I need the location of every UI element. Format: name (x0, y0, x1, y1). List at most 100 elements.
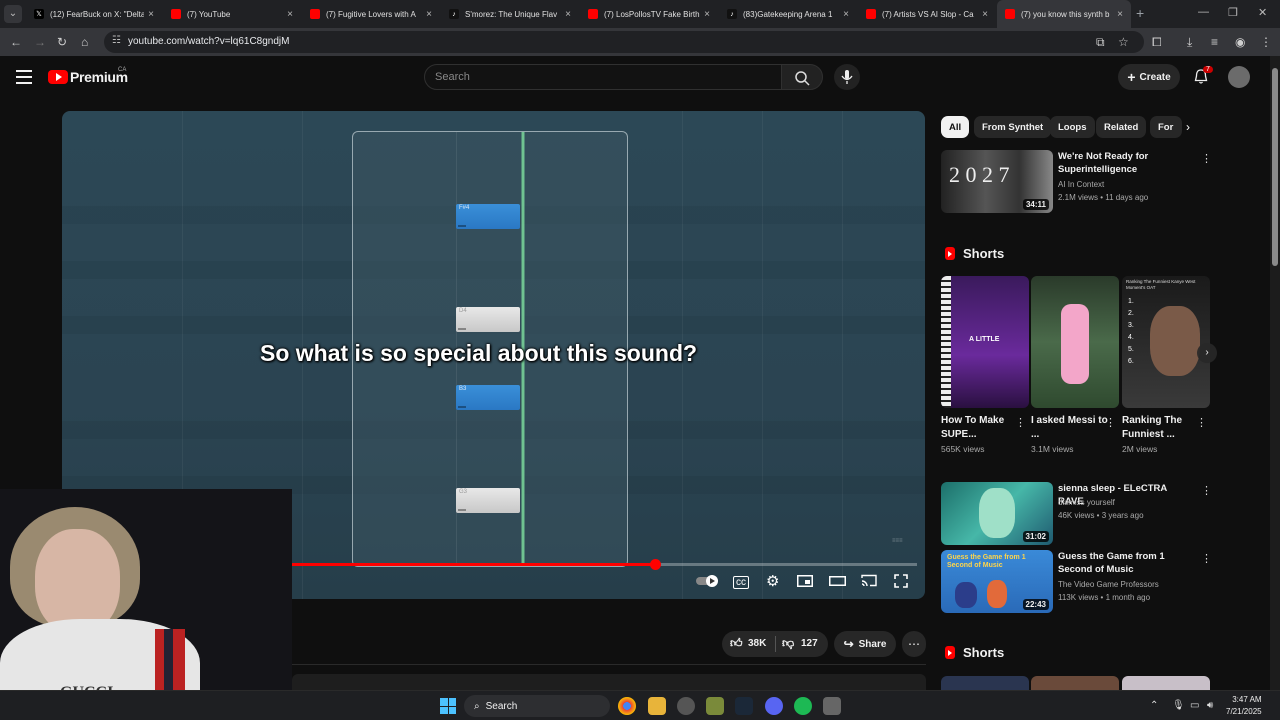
video-progress-bar[interactable] (292, 559, 917, 570)
short-item[interactable]: I asked Messi to ... 3.1M views ⋮ (1031, 276, 1119, 454)
obs-icon[interactable] (677, 697, 695, 715)
more-options-icon[interactable]: ⋮ (1201, 484, 1212, 497)
chip-related[interactable]: Related (1096, 116, 1147, 138)
reload-icon[interactable]: ↻ (57, 35, 67, 49)
download-icon[interactable]: ⤓ (1187, 35, 1192, 50)
browser-tab-active[interactable]: (7) you know this synth b × (997, 0, 1131, 28)
minimize-icon[interactable]: — (1198, 6, 1209, 18)
chip-for[interactable]: For (1150, 116, 1182, 138)
short-thumbnail[interactable] (1122, 676, 1210, 690)
new-tab-button[interactable]: + (1136, 5, 1144, 21)
thumbs-up-icon[interactable]: 👍︎ (730, 636, 743, 651)
close-tab-icon[interactable]: × (561, 9, 575, 20)
short-item[interactable]: Ranking The Funniest Kanye West Moment's… (1122, 276, 1210, 454)
fullscreen-icon[interactable] (894, 574, 908, 588)
user-avatar[interactable] (1228, 66, 1250, 88)
voice-search-button[interactable] (834, 64, 860, 90)
theater-mode-icon[interactable] (829, 576, 846, 586)
video-thumbnail[interactable]: Guess the Game from 1 Second of Music 22… (941, 550, 1053, 613)
recommended-video[interactable]: 2 0 2 7 34:11 We're Not Ready for Superi… (941, 150, 1212, 214)
bookmark-star-icon[interactable]: ☆ (1118, 35, 1129, 49)
steam-icon[interactable] (735, 697, 753, 715)
browser-tab[interactable]: ♪ S'morez: The Unique Flav × (441, 0, 579, 28)
taskbar-search[interactable]: ⌕ Search (464, 695, 610, 717)
chrome-icon[interactable] (618, 697, 636, 715)
more-options-icon[interactable]: ⋮ (1201, 152, 1212, 165)
app-icon[interactable] (706, 697, 724, 715)
chevron-right-icon[interactable]: › (1186, 120, 1190, 134)
like-dislike-group[interactable]: 👍︎ 38K 👎︎ 127 (722, 631, 828, 657)
chip-loops[interactable]: Loops (1050, 116, 1095, 138)
short-thumbnail[interactable]: Ranking The Funniest Kanye West Moment's… (1122, 276, 1210, 408)
network-icon[interactable]: ▭ (1190, 700, 1199, 711)
autoplay-toggle-icon[interactable] (696, 574, 720, 588)
miniplayer-icon[interactable] (797, 575, 813, 587)
short-thumbnail[interactable] (1031, 676, 1119, 690)
thumbs-down-icon[interactable]: 👎︎ (782, 636, 794, 651)
windows-start-icon[interactable] (440, 698, 456, 714)
recommended-video[interactable]: Guess the Game from 1 Second of Music 22… (941, 550, 1212, 614)
short-thumbnail[interactable]: A LITTLE (941, 276, 1029, 408)
volume-icon[interactable]: 🔊︎ (1207, 700, 1213, 711)
spotify-icon[interactable] (794, 697, 812, 715)
progress-scrubber[interactable] (649, 559, 661, 570)
browser-menu-icon[interactable]: ⋮ (1260, 35, 1272, 49)
home-icon[interactable]: ⌂ (81, 35, 88, 49)
site-info-icon[interactable]: ☷ (112, 35, 121, 46)
more-options-icon[interactable]: ⋮ (1201, 552, 1212, 565)
close-tab-icon[interactable]: × (978, 9, 992, 20)
close-tab-icon[interactable]: × (839, 9, 853, 20)
video-thumbnail[interactable]: 31:02 (941, 482, 1053, 545)
media-control-icon[interactable]: ≡ (1211, 35, 1218, 49)
cast-icon[interactable] (861, 574, 877, 587)
browser-tab[interactable]: (7) Fugitive Lovers with A × (302, 0, 440, 28)
search-button[interactable] (781, 64, 823, 90)
browser-tab[interactable]: (7) LosPollosTV Fake Birth × (580, 0, 718, 28)
more-options-icon[interactable]: ⋮ (1196, 416, 1207, 429)
file-explorer-icon[interactable] (648, 697, 666, 715)
discord-icon[interactable] (765, 697, 783, 715)
short-thumbnail[interactable] (1031, 276, 1119, 408)
close-tab-icon[interactable]: × (700, 9, 714, 20)
close-window-icon[interactable]: ✕ (1258, 6, 1267, 19)
browser-tab[interactable]: (7) YouTube × (163, 0, 301, 28)
search-input[interactable]: Search (424, 64, 782, 90)
browser-tab[interactable]: (7) Artists VS AI Slop - Ca × (858, 0, 996, 28)
share-button[interactable]: ↪ Share (834, 631, 896, 657)
menu-icon[interactable] (16, 70, 32, 84)
maximize-icon[interactable]: ❐ (1228, 6, 1238, 19)
close-tab-icon[interactable]: × (422, 9, 436, 20)
more-options-icon[interactable]: ⋮ (1105, 416, 1116, 429)
page-scrollbar-thumb[interactable] (1272, 68, 1278, 266)
chip-all[interactable]: All (941, 116, 970, 138)
extensions-icon[interactable]: ⧠ (1152, 35, 1162, 50)
more-options-icon[interactable]: ⋮ (1015, 416, 1026, 429)
settings-gear-icon[interactable]: ⚙ (766, 572, 779, 590)
browser-tab[interactable]: ♪ (83)Gatekeeping Arena 1 × (719, 0, 857, 28)
more-actions-button[interactable]: ⋯ (902, 631, 926, 657)
video-thumbnail[interactable]: 2 0 2 7 34:11 (941, 150, 1053, 213)
closed-captions-icon[interactable]: cc (733, 576, 749, 589)
settings-icon[interactable] (823, 697, 841, 715)
close-tab-icon[interactable]: × (1113, 9, 1127, 20)
forward-icon[interactable]: → (34, 35, 46, 49)
chip-from-synthet[interactable]: From Synthet (974, 116, 1052, 138)
profile-icon[interactable]: ◉ (1235, 35, 1245, 49)
close-tab-icon[interactable]: × (144, 9, 158, 20)
browser-tab[interactable]: 𝕏 (12) FearBuck on X: "Delta × (26, 0, 162, 28)
short-thumbnail[interactable] (941, 676, 1029, 690)
create-button[interactable]: + Create (1118, 64, 1180, 90)
close-tab-icon[interactable]: × (283, 9, 297, 20)
back-icon[interactable]: ← (10, 35, 22, 49)
short-item[interactable]: A LITTLE How To Make SUPE... 565K views … (941, 276, 1029, 454)
install-app-icon[interactable]: ⧉ (1096, 35, 1105, 50)
shorts-next-button[interactable]: › (1197, 343, 1217, 363)
tab-search-menu-icon[interactable]: ⌄ (4, 5, 22, 23)
microphone-tray-icon[interactable]: 🎙︎ (1172, 700, 1185, 711)
address-bar[interactable]: ☷ youtube.com/watch?v=lq61C8gndjM (104, 31, 1144, 53)
description-box[interactable] (292, 674, 926, 690)
system-clock[interactable]: 3:47 AM 7/21/2025 (1226, 694, 1262, 718)
tray-overflow-icon[interactable]: ⌃ (1150, 700, 1158, 711)
recommended-video[interactable]: 31:02 sienna sleep - ELeCTRA RAVE dismis… (941, 482, 1212, 546)
youtube-logo[interactable]: Premium CA (48, 67, 128, 85)
